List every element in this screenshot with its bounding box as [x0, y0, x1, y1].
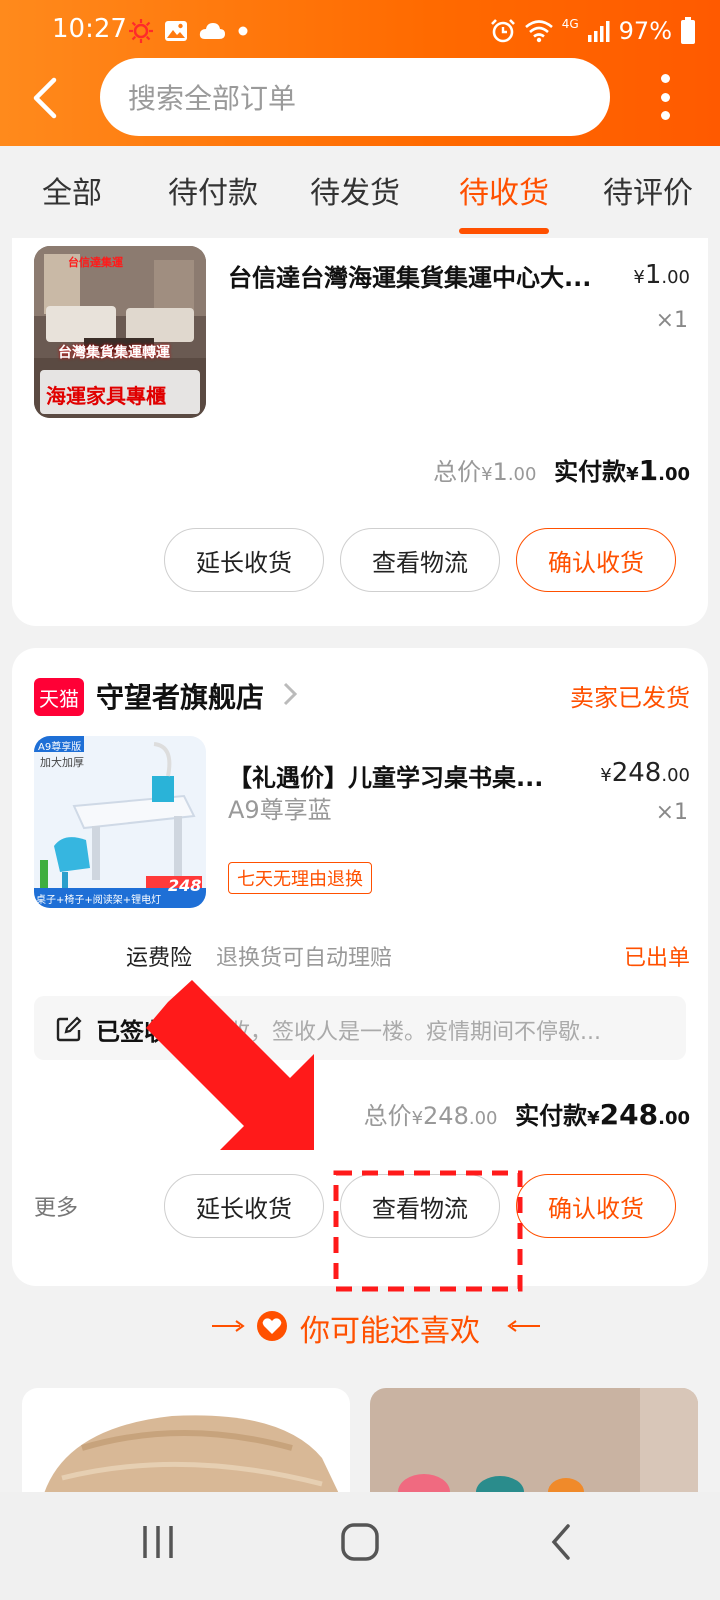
tmall-badge: 天猫: [34, 678, 84, 716]
more-vertical-icon[interactable]: [650, 74, 680, 120]
order-total: 总价¥248.00 实付款¥248.00: [363, 1098, 690, 1131]
product-sku: A9尊享蓝: [228, 796, 332, 824]
recommended-product-card[interactable]: [370, 1388, 698, 1500]
home-icon[interactable]: [340, 1522, 380, 1562]
product-quantity: ×1: [655, 800, 688, 825]
paid-amount-label: 实付款: [554, 458, 627, 486]
shipping-insurance-label: 运费险: [126, 946, 193, 971]
image-caption-sub: 加大加厚: [40, 756, 84, 769]
recommended-product-card[interactable]: [22, 1388, 350, 1500]
tab-pending-review[interactable]: 待评价: [603, 168, 693, 212]
battery-icon: [681, 17, 695, 44]
image-caption-bundle: 桌子+椅子+阅读架+锂电灯: [36, 895, 162, 906]
recommendation-header: 你可能还喜欢: [0, 1296, 720, 1356]
left-decor-arrow-icon: [212, 1320, 245, 1332]
order-card[interactable]: 天猫 守望者旗舰店 卖家已发货 A9尊享版 加大加厚 248 桌子+椅子+阅读架…: [12, 648, 708, 1286]
shipping-insurance-desc: 退换货可自动理赔: [216, 946, 393, 971]
product-title[interactable]: 台信達台灣海運集貨集運中心大...: [228, 258, 608, 293]
silk-cap-product-image: [22, 1388, 350, 1500]
tab-pending-shipment[interactable]: 待发货: [310, 168, 400, 212]
shipping-insurance-status[interactable]: 已出单: [624, 940, 690, 972]
chevron-right-icon[interactable]: [280, 678, 300, 710]
recent-apps-icon[interactable]: [140, 1522, 176, 1562]
logistics-status: 已签收: [96, 1018, 168, 1046]
top-app-bar: 10:27 4G 97% 搜索全部订单: [0, 0, 720, 146]
image-caption-top: 台信達集運: [68, 256, 123, 269]
confirm-receipt-button[interactable]: 确认收货: [516, 528, 676, 592]
product-price: ¥1.00: [633, 260, 690, 290]
confirm-receipt-button[interactable]: 确认收货: [516, 1174, 676, 1238]
order-card[interactable]: 台信達集運 台灣集貨集運轉運 海運家具專櫃 台信達台灣海運集貨集運中心大... …: [12, 238, 708, 626]
signal-icon: [587, 21, 610, 42]
toy-product-image: [370, 1388, 698, 1500]
sun-icon: [129, 19, 153, 43]
image-caption-middle: 台灣集貨集運轉運: [58, 345, 170, 361]
view-logistics-button[interactable]: 查看物流: [340, 1174, 500, 1238]
edit-note-icon: [56, 1016, 82, 1042]
gallery-icon: [165, 21, 187, 41]
extend-receipt-button[interactable]: 延长收货: [164, 1174, 324, 1238]
logistics-detail: 已签收，签收人是一楼。疫情期间不停歇...: [184, 1020, 601, 1045]
product-quantity: ×1: [655, 308, 688, 333]
product-price: ¥248.00: [600, 758, 690, 788]
order-total: 总价¥1.00 实付款¥1.00: [433, 454, 690, 487]
network-type-label: 4G: [561, 17, 579, 31]
image-price-tag: 248: [168, 876, 202, 895]
tab-pending-payment[interactable]: 待付款: [168, 168, 258, 212]
extend-receipt-button[interactable]: 延长收货: [164, 528, 324, 592]
image-caption-bottom: 海運家具專櫃: [46, 384, 166, 408]
shop-name[interactable]: 守望者旗舰店: [96, 676, 264, 716]
status-left-icons: [128, 16, 250, 46]
recommendation-title: 你可能还喜欢: [300, 1314, 480, 1349]
order-status-label: 卖家已发货: [570, 684, 690, 712]
dot-icon: [238, 26, 248, 36]
status-right-icons: 4G 97%: [490, 14, 696, 48]
more-actions-link[interactable]: 更多: [34, 1190, 78, 1222]
product-thumbnail[interactable]: A9尊享版 加大加厚 248 桌子+椅子+阅读架+锂电灯: [34, 736, 206, 908]
product-title[interactable]: 【礼遇价】儿童学习桌书桌...: [228, 758, 568, 793]
status-time: 10:27: [52, 14, 127, 44]
tab-pending-receipt[interactable]: 待收货: [459, 168, 549, 212]
right-decor-arrow-icon: [507, 1320, 540, 1332]
back-arrow-icon[interactable]: [26, 76, 66, 120]
system-navigation-bar: [0, 1492, 720, 1600]
heart-icon: [257, 1311, 287, 1341]
return-policy-tag: 七天无理由退换: [228, 862, 372, 894]
view-logistics-button[interactable]: 查看物流: [340, 528, 500, 592]
paid-amount-label: 实付款: [515, 1102, 588, 1130]
search-placeholder: 搜索全部订单: [128, 82, 297, 115]
image-caption-badge: A9尊享版: [38, 742, 82, 753]
active-tab-indicator: [459, 228, 549, 234]
logistics-summary[interactable]: 已签收 已签收，签收人是一楼。疫情期间不停歇...: [34, 996, 686, 1060]
alarm-icon: [490, 19, 515, 43]
product-thumbnail[interactable]: 台信達集運 台灣集貨集運轉運 海運家具專櫃: [34, 246, 206, 418]
cloud-icon: [199, 23, 225, 39]
battery-percent: 97%: [618, 17, 672, 45]
status-bar: 10:27 4G 97%: [0, 0, 720, 60]
order-search-input[interactable]: 搜索全部订单: [100, 58, 610, 136]
back-icon[interactable]: [548, 1522, 574, 1562]
tab-all[interactable]: 全部: [42, 168, 102, 212]
order-status-tabs: 全部 待付款 待发货 待收货 待评价: [0, 146, 720, 238]
wifi-icon: [524, 20, 553, 43]
